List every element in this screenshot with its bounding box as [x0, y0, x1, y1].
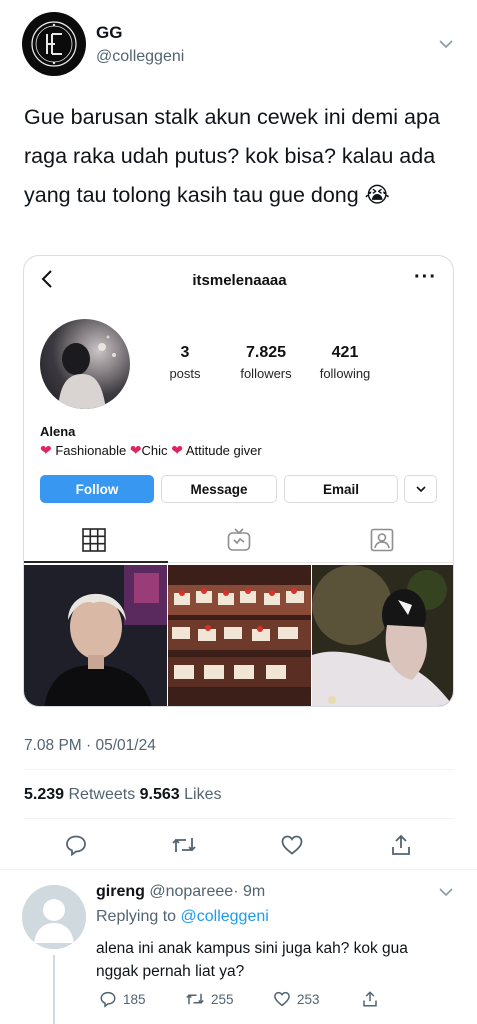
- like-icon[interactable]: [280, 833, 304, 862]
- posts-count: 3: [180, 344, 190, 361]
- author-avatar[interactable]: [22, 12, 86, 76]
- reply-header: gireng @nopareee· 9m: [96, 883, 265, 901]
- reply-like-action[interactable]: 253: [273, 990, 320, 1008]
- author-handle[interactable]: @colleggeni: [96, 48, 184, 66]
- ig-posts-stat: 3 posts: [140, 344, 230, 381]
- grid-photo-1: [24, 565, 167, 706]
- reply-author-name[interactable]: gireng: [96, 883, 145, 900]
- divider: [24, 818, 454, 819]
- default-avatar-icon: [22, 885, 86, 949]
- reply-share-action[interactable]: [361, 990, 379, 1008]
- reply-icon: [100, 991, 116, 1008]
- embedded-image-card[interactable]: itsmelenaaaa ··· 3 posts 7.825 followers…: [23, 255, 454, 707]
- reply-author-handle[interactable]: @nopareee: [149, 883, 233, 900]
- ig-following-stat: 421 following: [300, 344, 390, 381]
- tagged-icon: [370, 528, 394, 557]
- author-name[interactable]: GG: [96, 23, 122, 43]
- share-icon[interactable]: [389, 833, 413, 862]
- grid-icon: [82, 528, 106, 557]
- ig-username: itsmelenaaaa: [192, 272, 287, 289]
- heart-icon: ❤: [129, 442, 142, 458]
- likes-count[interactable]: 9.563: [140, 786, 180, 803]
- grid-photo-2: [168, 565, 311, 706]
- ig-profile-picture: [40, 319, 130, 409]
- chevron-down-icon: [404, 475, 437, 503]
- retweets-count[interactable]: 5.239: [24, 786, 64, 803]
- heart-icon: ❤: [171, 442, 183, 458]
- retweets-label[interactable]: Retweets: [69, 786, 136, 803]
- divider: [24, 769, 454, 770]
- following-count: 421: [331, 344, 359, 361]
- more-icon: ···: [414, 266, 437, 288]
- followers-count: 7.825: [245, 344, 287, 361]
- bio-part-3: Attitude giver: [185, 443, 262, 458]
- like-icon: [274, 991, 290, 1007]
- thread-line: [53, 955, 55, 1024]
- reply-likes-count: 253: [297, 991, 320, 1007]
- replying-prefix: Replying to: [96, 908, 177, 925]
- igtv-icon: [227, 528, 251, 557]
- reply-text: alena ini anak kampus sini juga kah? kok…: [96, 940, 408, 980]
- tab-active-indicator: [24, 561, 168, 563]
- likes-label[interactable]: Likes: [184, 786, 221, 803]
- college-logo-icon: [24, 14, 84, 74]
- tweet-text: Gue barusan stalk akun cewek ini demi ap…: [24, 105, 440, 207]
- ig-followers-stat: 7.825 followers: [221, 344, 311, 381]
- chevron-down-icon[interactable]: [436, 882, 456, 907]
- retweet-icon[interactable]: [171, 833, 197, 862]
- ig-email-button: Email: [284, 475, 398, 503]
- ig-display-name: Alena: [40, 424, 76, 439]
- divider: [0, 869, 477, 870]
- following-label: following: [319, 366, 371, 381]
- posts-label: posts: [169, 366, 201, 381]
- share-icon: [363, 991, 377, 1007]
- chevron-down-icon[interactable]: [436, 34, 456, 59]
- followers-label: followers: [240, 366, 292, 381]
- reply-comments-count: 185: [123, 991, 146, 1007]
- reply-comment-action[interactable]: 185: [99, 990, 146, 1008]
- replying-handle[interactable]: @colleggeni: [181, 908, 269, 925]
- reply-time: · 9m: [233, 883, 266, 900]
- bio-part-1: Fashionable: [55, 443, 127, 458]
- heart-icon: ❤: [40, 442, 52, 458]
- tweet-stats: 5.239 Retweets 9.563 Likes: [24, 786, 222, 804]
- retweet-icon: [186, 993, 204, 1005]
- reply-retweets-count: 255: [211, 991, 234, 1007]
- reply-icon[interactable]: [64, 833, 88, 862]
- reply-avatar[interactable]: [22, 885, 86, 949]
- ig-bio: ❤ Fashionable ❤Chic ❤ Attitude giver: [40, 442, 262, 459]
- tweet-timestamp[interactable]: 7.08 PM · 05/01/24: [24, 737, 156, 755]
- bio-part-2: Chic: [141, 443, 168, 458]
- grid-photo-3: [312, 565, 453, 706]
- reply-retweet-action[interactable]: 255: [185, 990, 234, 1008]
- replying-to: Replying to @colleggeni: [96, 908, 269, 926]
- ig-message-button: Message: [161, 475, 277, 503]
- ig-follow-button: Follow: [40, 475, 154, 503]
